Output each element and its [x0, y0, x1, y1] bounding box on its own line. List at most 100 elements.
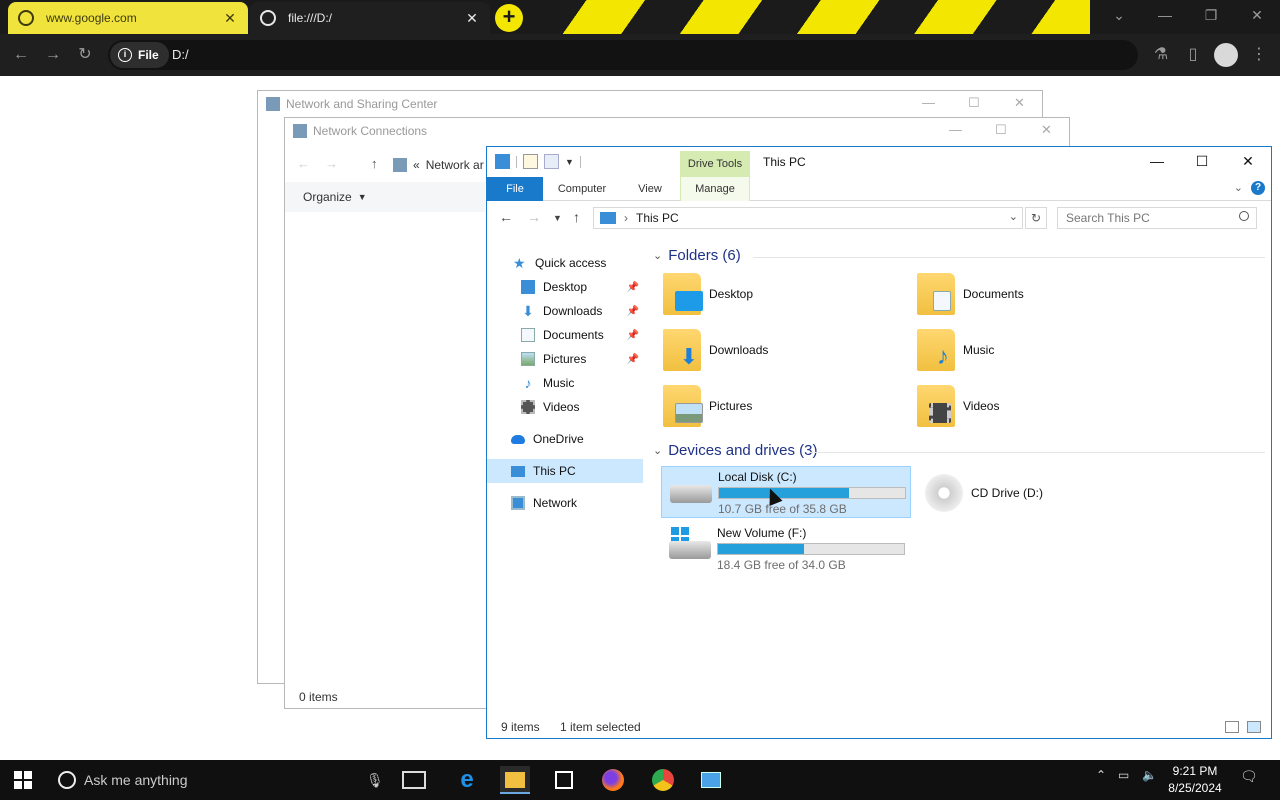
maximize-icon[interactable]: ☐ — [968, 95, 980, 111]
close-icon[interactable]: ✕ — [1014, 95, 1025, 111]
close-icon[interactable]: ✕ — [1041, 122, 1052, 138]
network-status-icon[interactable]: ▭ — [1118, 768, 1129, 782]
nav-network[interactable]: Network — [487, 491, 643, 515]
folder-label: Downloads — [709, 343, 769, 357]
pin-icon[interactable]: 📌 — [627, 354, 639, 365]
folder-videos[interactable]: Videos — [907, 383, 1147, 433]
tab-search-icon[interactable]: ⌄ — [1096, 0, 1142, 30]
close-icon[interactable]: ✕ — [1234, 0, 1280, 30]
restore-icon[interactable]: ❐ — [1188, 0, 1234, 30]
back-arrow-icon[interactable]: ← — [10, 44, 32, 66]
up-arrow-icon[interactable]: ↑ — [371, 156, 378, 171]
volume-icon[interactable]: 🔈 — [1142, 768, 1157, 782]
extensions-icon[interactable]: ⚗ — [1150, 44, 1172, 66]
drive-cd-d[interactable]: CD Drive (D:) — [915, 466, 1165, 518]
nav-onedrive[interactable]: OneDrive — [487, 427, 643, 451]
large-icons-view-icon[interactable] — [1247, 721, 1261, 733]
address-bar[interactable]: › This PC ⌄ — [593, 207, 1023, 229]
close-icon[interactable]: ✕ — [1233, 153, 1263, 170]
folders-group-header[interactable]: ⌄ Folders (6) — [653, 247, 741, 264]
notifications-icon[interactable]: 🗨 — [1240, 768, 1258, 785]
close-tab-icon[interactable]: ✕ — [464, 10, 480, 27]
organize-menu[interactable]: Organize ▼ — [285, 182, 485, 212]
forward-arrow-icon[interactable]: → — [527, 209, 541, 225]
tab-computer[interactable]: Computer — [549, 177, 615, 201]
forward-arrow-icon[interactable]: → — [325, 156, 338, 171]
properties-icon[interactable] — [523, 154, 538, 169]
back-arrow-icon[interactable]: ← — [297, 156, 310, 171]
address-bar[interactable] — [108, 40, 1138, 70]
forward-arrow-icon[interactable]: → — [42, 44, 64, 66]
help-icon[interactable]: ? — [1251, 181, 1265, 195]
folder-downloads[interactable]: ⬇ Downloads — [653, 327, 893, 377]
start-button[interactable] — [14, 771, 32, 789]
refresh-icon[interactable]: ↻ — [1025, 207, 1047, 229]
tab-manage[interactable]: Manage — [680, 177, 750, 201]
nav-documents[interactable]: Documents 📌 — [487, 323, 643, 347]
divider — [753, 257, 1265, 258]
side-panel-icon[interactable]: ▯ — [1182, 44, 1204, 66]
microphone-icon[interactable]: 🎙 — [366, 772, 384, 789]
task-view-icon[interactable] — [402, 771, 426, 789]
drive-usage-fill — [719, 488, 850, 498]
tab-view[interactable]: View — [627, 177, 673, 201]
nav-pictures[interactable]: Pictures 📌 — [487, 347, 643, 371]
clock[interactable]: 9:21 PM 8/25/2024 — [1158, 763, 1232, 797]
nav-quick-access[interactable]: ★ Quick access — [487, 251, 643, 275]
drive-new-volume-f[interactable]: New Volume (F:) 18.4 GB free of 34.0 GB — [661, 523, 911, 575]
clock-time: 9:21 PM — [1172, 764, 1218, 778]
taskbar: Ask me anything 🎙 e ⌃ ▭ 🔈 9:21 PM 8/25/2… — [0, 760, 1280, 800]
profile-avatar[interactable] — [1214, 43, 1238, 67]
chrome-icon[interactable] — [648, 766, 678, 794]
pin-icon[interactable]: 📌 — [627, 306, 639, 317]
minimize-icon[interactable]: — — [1142, 153, 1172, 169]
details-view-icon[interactable] — [1225, 721, 1239, 733]
network-icon — [393, 158, 407, 172]
expand-ribbon-icon[interactable]: ⌄ — [1234, 181, 1243, 194]
tray-overflow-icon[interactable]: ⌃ — [1096, 768, 1106, 782]
minimize-icon[interactable]: — — [922, 95, 935, 110]
minimize-icon[interactable]: — — [1142, 0, 1188, 30]
pin-icon[interactable]: 📌 — [627, 330, 639, 341]
nav-downloads[interactable]: ⬇ Downloads 📌 — [487, 299, 643, 323]
network-window-taskbar-icon[interactable] — [696, 766, 726, 794]
drive-local-disk-c[interactable]: Local Disk (C:) 10.7 GB free of 35.8 GB — [661, 466, 911, 518]
breadcrumb-chevrons: « — [413, 158, 420, 172]
new-tab-button[interactable]: + — [495, 4, 523, 32]
firefox-icon[interactable] — [598, 766, 628, 794]
nav-music[interactable]: ♪ Music — [487, 371, 643, 395]
tab-file-d[interactable]: file:///D:/ ✕ — [250, 2, 490, 34]
firefox-shape — [602, 769, 624, 791]
address-dropdown-icon[interactable]: ⌄ — [1009, 210, 1018, 223]
customize-toolbar-icon[interactable]: ▼ — [565, 157, 574, 167]
tab-file[interactable]: File — [487, 177, 543, 201]
url-text[interactable]: D:/ — [172, 47, 189, 62]
search-input[interactable]: Search This PC — [1057, 207, 1257, 229]
up-arrow-icon[interactable]: ↑ — [573, 209, 580, 225]
maximize-icon[interactable]: ☐ — [995, 122, 1007, 138]
reload-icon[interactable]: ↻ — [74, 44, 96, 66]
nav-this-pc[interactable]: This PC — [487, 459, 643, 483]
edge-icon[interactable]: e — [452, 766, 482, 794]
folder-music[interactable]: ♪ Music — [907, 327, 1147, 377]
store-icon[interactable] — [549, 766, 579, 794]
folder-documents[interactable]: Documents — [907, 271, 1147, 321]
info-icon: i — [118, 48, 132, 62]
file-explorer-taskbar-icon[interactable] — [500, 766, 530, 794]
more-menu-icon[interactable]: ⋮ — [1248, 44, 1270, 66]
nav-desktop[interactable]: Desktop 📌 — [487, 275, 643, 299]
pin-icon[interactable]: 📌 — [627, 282, 639, 293]
back-arrow-icon[interactable]: ← — [499, 209, 513, 225]
maximize-icon[interactable]: ☐ — [1187, 153, 1217, 170]
minimize-icon[interactable]: — — [949, 122, 962, 137]
folder-desktop[interactable]: Desktop — [653, 271, 893, 321]
tab-google[interactable]: www.google.com ✕ — [8, 2, 248, 34]
site-info-chip[interactable]: i File — [110, 42, 169, 68]
recent-locations-icon[interactable]: ▼ — [553, 213, 562, 223]
taskbar-search[interactable]: Ask me anything 🎙 — [48, 760, 394, 800]
folder-pictures[interactable]: Pictures — [653, 383, 893, 433]
nav-videos[interactable]: Videos — [487, 395, 643, 419]
drives-group-header[interactable]: ⌄ Devices and drives (3) — [653, 442, 817, 459]
close-tab-icon[interactable]: ✕ — [222, 10, 238, 27]
new-folder-icon[interactable] — [544, 154, 559, 169]
